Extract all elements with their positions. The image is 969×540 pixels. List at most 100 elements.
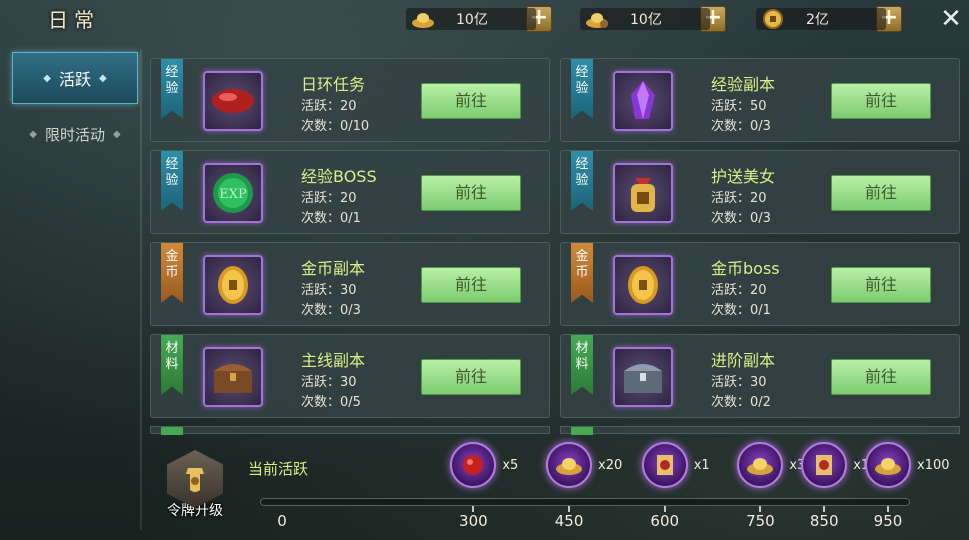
reward-qty: x20 — [598, 457, 623, 473]
currency-value: 2亿 — [806, 12, 829, 28]
scroll-icon — [641, 442, 688, 488]
currency-value: 10亿 — [630, 12, 662, 28]
task-activity: 活跃：20 — [301, 191, 357, 206]
go-button[interactable]: 前往 — [421, 175, 521, 211]
coin-icon — [760, 6, 786, 32]
category-ribbon: 材料 — [571, 335, 593, 395]
tab-limited-events[interactable]: ◆ 限时活动 ◆ — [12, 108, 138, 160]
tab-active-tasks[interactable]: ◆ 活跃 ◆ — [12, 52, 138, 104]
category-ribbon: 经验 — [571, 59, 593, 119]
reward-qty: x1 — [693, 457, 710, 473]
category-ribbon: 金币 — [161, 243, 183, 303]
tick-label: 450 — [554, 512, 584, 530]
task-activity: 活跃：30 — [711, 375, 767, 390]
go-button[interactable]: 前往 — [421, 359, 521, 395]
reward-item[interactable]: x1 — [801, 442, 869, 488]
category-ribbon: 经验 — [161, 59, 183, 119]
task-card: 经验 经验副本 活跃：50 次数：0/3 前往 — [560, 58, 960, 142]
task-card: 材料 主线副本 活跃：30 次数：0/5 前往 — [150, 334, 550, 418]
sidebar: ◆ 活跃 ◆ ◆ 限时活动 ◆ — [12, 50, 138, 430]
reward-item[interactable]: x100 — [865, 442, 950, 488]
category-ribbon: 金币 — [571, 243, 593, 303]
task-name: 主线副本 — [301, 351, 366, 370]
go-button[interactable]: 前往 — [831, 267, 931, 303]
task-activity: 活跃：20 — [711, 283, 767, 298]
task-name: 金币boss — [711, 259, 780, 278]
task-card: 材料 进阶副本 活跃：30 次数：0/2 前往 — [560, 334, 960, 418]
go-button[interactable]: 前往 — [831, 359, 931, 395]
task-name: 护送美女 — [711, 167, 776, 186]
gold-ingot-icon — [410, 6, 436, 32]
window-title: 日常 — [48, 8, 100, 32]
diamond-icon: ◆ — [43, 72, 51, 84]
task-count: 次数：0/1 — [711, 303, 771, 318]
category-ribbon: 材料 — [161, 335, 183, 395]
task-card: 金币 金币boss 活跃：20 次数：0/1 前往 — [560, 242, 960, 326]
reward-item[interactable]: x20 — [546, 442, 622, 488]
task-count: 次数：0/3 — [711, 119, 771, 134]
next-task-card-peek — [150, 426, 550, 435]
task-grid: 经验 日环任务 活跃：20 次数：0/10 前往 经验 经验副本 活跃：50 次… — [150, 58, 960, 435]
category-ribbon: 经验 — [571, 151, 593, 211]
activity-progress-panel: 令牌升级 当前活跃 0300450600750850950 x5x20x1x30… — [150, 436, 969, 540]
progress-track — [260, 498, 910, 506]
task-name: 进阶副本 — [711, 351, 776, 370]
task-count: 次数：0/10 — [301, 119, 370, 134]
diamond-icon: ◆ — [29, 128, 37, 140]
go-button[interactable]: 前往 — [831, 83, 931, 119]
go-button[interactable]: 前往 — [831, 175, 931, 211]
task-name: 经验副本 — [711, 75, 776, 94]
currency-coin: 2亿 + — [756, 6, 902, 32]
go-button[interactable]: 前往 — [421, 83, 521, 119]
reward-qty: x100 — [917, 457, 950, 473]
tab-label: 限时活动 — [44, 125, 105, 144]
task-activity: 活跃：30 — [301, 375, 357, 390]
coin-icon — [613, 255, 673, 315]
task-count: 次数：0/1 — [301, 211, 361, 226]
tick-label: 0 — [277, 512, 287, 530]
tick-label: 950 — [873, 512, 903, 530]
currency-gold-ingot: 10亿 + — [406, 6, 552, 32]
task-name: 日环任务 — [301, 75, 366, 94]
currency-bound-gold: 10亿 + — [580, 6, 726, 32]
go-button[interactable]: 前往 — [421, 267, 521, 303]
tab-label: 活跃 — [58, 70, 91, 89]
diamond-icon: ◆ — [99, 72, 107, 84]
task-activity: 活跃：30 — [301, 283, 357, 298]
pouch-icon — [613, 163, 673, 223]
task-activity: 活跃：20 — [711, 191, 767, 206]
task-name: 经验BOSS — [301, 167, 377, 186]
gold-ingot-icon — [737, 442, 784, 488]
task-activity: 活跃：50 — [711, 99, 767, 114]
task-card: 经验 EXP 经验BOSS 活跃：20 次数：0/1 前往 — [150, 150, 550, 234]
task-count: 次数：0/5 — [301, 395, 361, 410]
reward-item[interactable]: x1 — [641, 442, 710, 488]
divider — [140, 50, 142, 530]
reward-qty: x5 — [502, 457, 519, 473]
category-ribbon: 经验 — [161, 151, 183, 211]
coin-icon — [203, 255, 263, 315]
tick-label: 750 — [746, 512, 775, 530]
currency-value: 10亿 — [456, 12, 488, 28]
svg-text:EXP: EXP — [219, 187, 247, 202]
task-card: 金币 金币副本 活跃：30 次数：0/3 前往 — [150, 242, 550, 326]
task-count: 次数：0/3 — [301, 303, 361, 318]
diamond-icon: ◆ — [113, 128, 121, 140]
current-activity-label: 当前活跃 — [248, 460, 309, 478]
task-activity: 活跃：20 — [301, 99, 357, 114]
gold-ingot-icon — [865, 442, 911, 488]
task-card: 经验 护送美女 活跃：20 次数：0/3 前往 — [560, 150, 960, 234]
top-bar: 日常 10亿 + 10亿 + 2亿 + ✕ — [0, 0, 969, 40]
bound-gold-ingot-icon — [584, 6, 610, 32]
tick-label: 600 — [650, 512, 680, 530]
tick-label: 850 — [809, 512, 839, 530]
token-upgrade-button[interactable]: 令牌升级 — [158, 450, 232, 530]
close-icon[interactable]: ✕ — [938, 6, 964, 32]
gold-ingot-icon — [546, 442, 593, 488]
task-card: 经验 日环任务 活跃：20 次数：0/10 前往 — [150, 58, 550, 142]
tick-label: 300 — [459, 512, 488, 530]
red-gem-icon — [203, 71, 263, 131]
iron-chest-icon — [613, 347, 673, 407]
reward-item[interactable]: x5 — [450, 442, 518, 488]
task-count: 次数：0/3 — [711, 211, 771, 226]
